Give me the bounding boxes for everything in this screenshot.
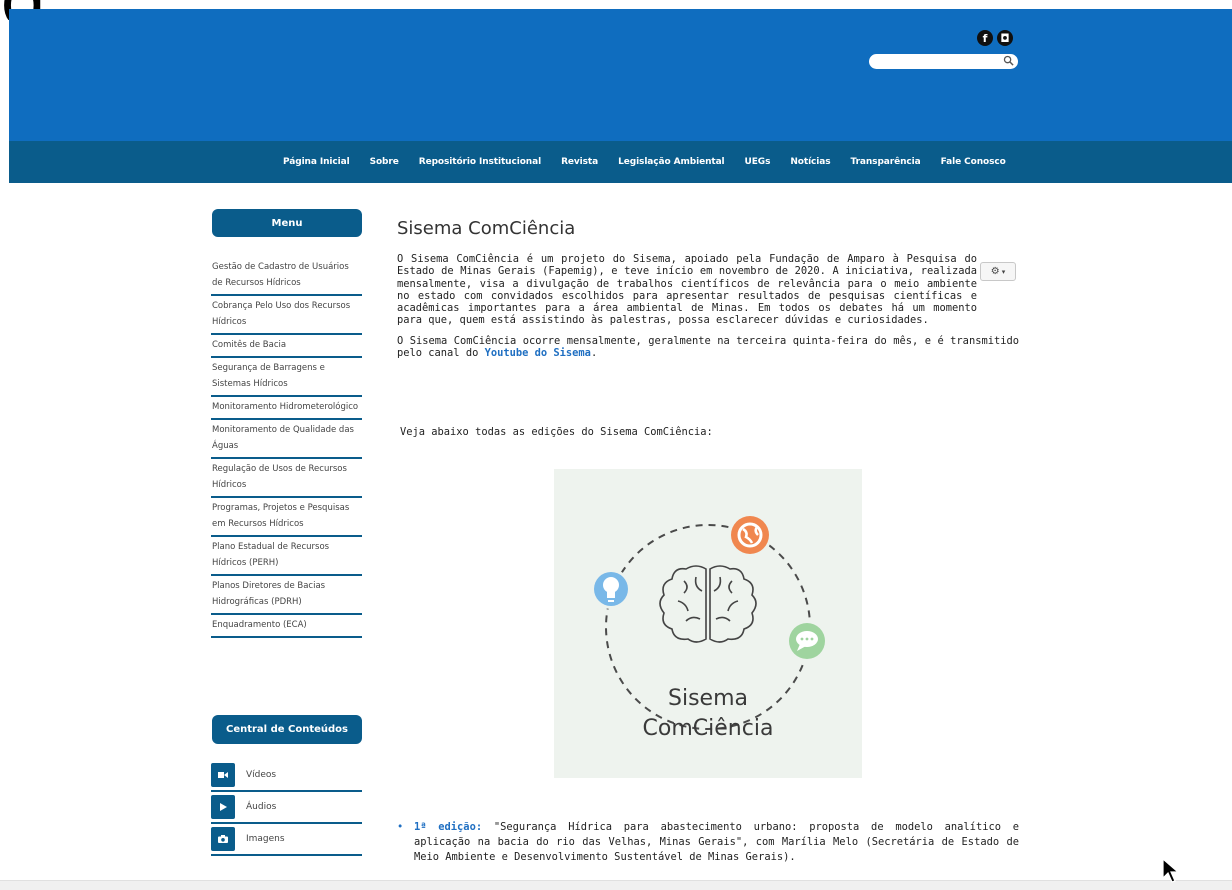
sidebar-item-hydromet-monitoring[interactable]: Monitoramento Hidrometerológico xyxy=(211,397,362,420)
video-camera-icon xyxy=(211,763,235,787)
page-title: Sisema ComCiência xyxy=(397,218,576,239)
content-item-images[interactable]: Imagens xyxy=(211,824,362,856)
sisema-comciencia-logo: Sisema ComCiência xyxy=(554,469,862,778)
sidebar-item-programs[interactable]: Programas, Projetos e Pesquisas em Recur… xyxy=(211,498,362,537)
sidebar-item-water-quality[interactable]: Monitoramento de Qualidade das Águas xyxy=(211,420,362,459)
main-content: Sisema ComCiência ⚙ ▾ O Sisema ComCiência… xyxy=(397,218,1019,887)
chevron-down-icon: ▾ xyxy=(1001,267,1006,276)
nav-contact[interactable]: Fale Conosco xyxy=(941,157,1006,167)
content-item-videos[interactable]: Vídeos xyxy=(211,760,362,792)
gear-icon: ⚙ xyxy=(990,266,1000,277)
facebook-icon[interactable]: f xyxy=(977,30,993,46)
instagram-icon[interactable]: ◘ xyxy=(997,30,1013,46)
camera-icon xyxy=(211,827,235,851)
search-input[interactable] xyxy=(869,59,999,74)
sidebar-item-use-regulation[interactable]: Regulação de Usos de Recursos Hídricos xyxy=(211,459,362,498)
nav-links: Página Inicial Sobre Repositório Institu… xyxy=(283,141,1026,183)
bullet-icon: • xyxy=(397,821,404,833)
nav-about[interactable]: Sobre xyxy=(370,157,399,167)
play-icon xyxy=(211,795,235,819)
sidebar-item-eca[interactable]: Enquadramento (ECA) xyxy=(211,615,362,638)
site-header: f ◘ xyxy=(9,9,1232,141)
nav-legislation[interactable]: Legislação Ambiental xyxy=(618,157,725,167)
edition-1-link[interactable]: 1ª edição: xyxy=(414,821,482,833)
brain-icon xyxy=(659,565,757,643)
nav-repository[interactable]: Repositório Institucional xyxy=(419,157,541,167)
sidebar-item-water-charging[interactable]: Cobrança Pelo Uso dos Recursos Hídricos xyxy=(211,296,362,335)
sidebar-item-pdrh[interactable]: Planos Diretores de Bacias Hidrográficas… xyxy=(211,576,362,615)
intro-paragraph: O Sisema ComCiência é um projeto do Sise… xyxy=(397,253,977,327)
social-links: f ◘ xyxy=(977,30,1013,46)
globe-icon xyxy=(728,513,772,557)
youtube-link[interactable]: Youtube do Sisema xyxy=(485,347,591,359)
nav-journal[interactable]: Revista xyxy=(561,157,598,167)
main-nav: Página Inicial Sobre Repositório Institu… xyxy=(9,141,1232,183)
logo-text-line1: Sisema xyxy=(668,686,748,711)
search-bar xyxy=(869,54,1018,74)
content-center-links: Vídeos Áudios Imagens xyxy=(211,760,362,856)
nav-uegs[interactable]: UEGs xyxy=(745,157,771,167)
chat-bubble-icon xyxy=(786,620,828,662)
mouse-cursor-icon xyxy=(1162,858,1180,883)
nav-transparency[interactable]: Transparência xyxy=(851,157,921,167)
nav-news[interactable]: Notícias xyxy=(790,157,830,167)
search-icon[interactable] xyxy=(1003,55,1014,66)
content-center-header: Central de Conteúdos xyxy=(212,715,362,744)
sidebar-item-user-registry[interactable]: Gestão de Cadastro de Usuários de Recurs… xyxy=(211,257,362,296)
lightbulb-icon xyxy=(591,569,631,609)
editions-intro: Veja abaixo todas as edições do Sisema C… xyxy=(400,426,713,438)
nav-home[interactable]: Página Inicial xyxy=(283,157,350,167)
article-tools-button[interactable]: ⚙ ▾ xyxy=(980,262,1016,281)
sidebar-item-perh[interactable]: Plano Estadual de Recursos Hídricos (PER… xyxy=(211,537,362,576)
sidebar-item-dam-safety[interactable]: Segurança de Barragens e Sistemas Hídric… xyxy=(211,358,362,397)
edition-list-item: • 1ª edição: "Segurança Hídrica para aba… xyxy=(397,821,1019,863)
menu-header: Menu xyxy=(212,209,362,237)
sidebar-menu: Gestão de Cadastro de Usuários de Recurs… xyxy=(211,257,362,638)
sidebar-item-basin-committees[interactable]: Comitês de Bacia xyxy=(211,335,362,358)
schedule-paragraph: O Sisema ComCiência ocorre mensalmente, … xyxy=(397,334,1019,360)
logo-text-line2: ComCiência xyxy=(643,716,774,741)
content-item-audios[interactable]: Áudios xyxy=(211,792,362,824)
horizontal-scrollbar[interactable] xyxy=(0,880,1232,890)
